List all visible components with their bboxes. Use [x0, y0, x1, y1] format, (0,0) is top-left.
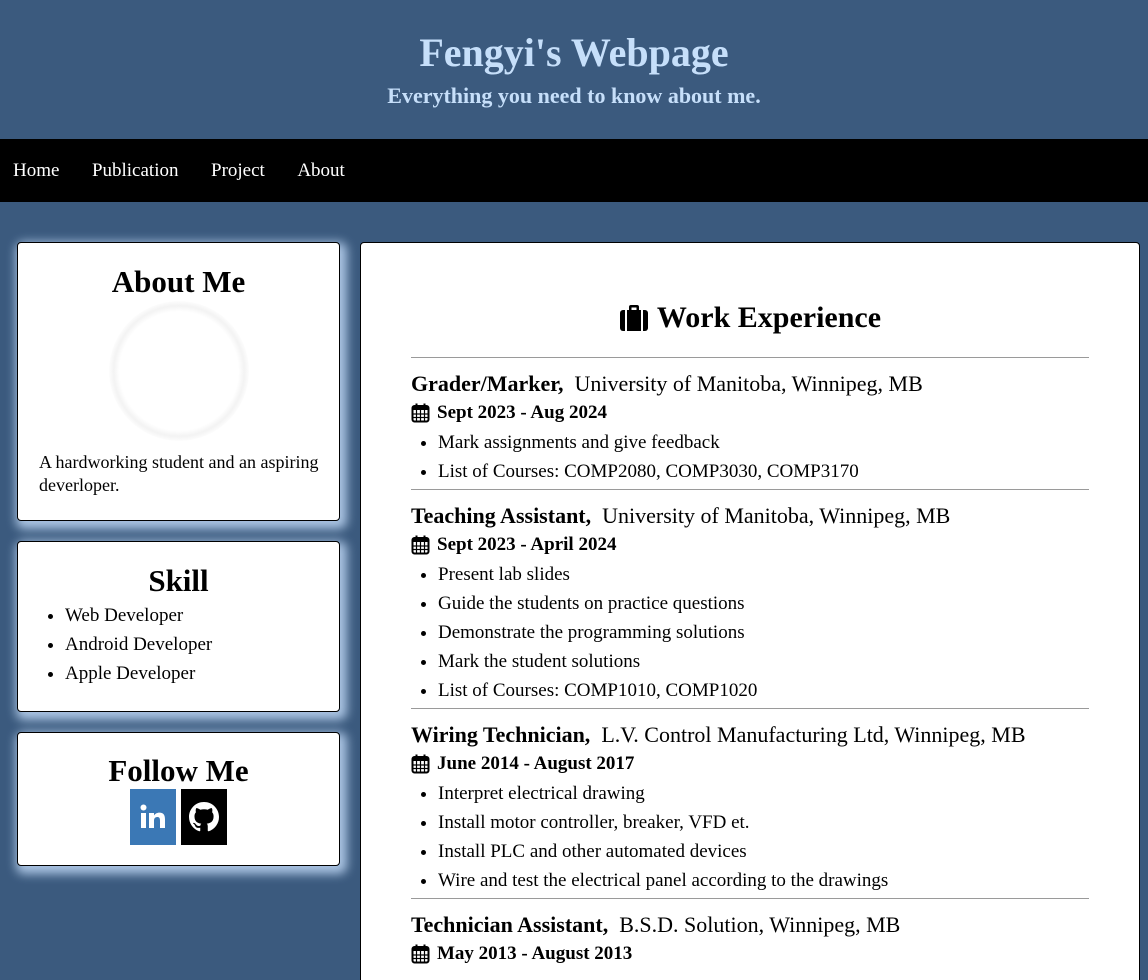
job-task: Install PLC and other automated devices — [438, 837, 1089, 866]
job-org: B.S.D. Solution, Winnipeg, MB — [619, 912, 901, 937]
skill-heading: Skill — [148, 563, 209, 598]
job-header: Wiring Technician, L.V. Control Manufact… — [411, 720, 1089, 749]
job-task-list: Interpret electrical drawingInstall moto… — [411, 779, 1089, 895]
work-heading: Work Experience — [361, 300, 1139, 336]
work-heading-text: Work Experience — [656, 301, 882, 334]
skill-card: Skill Web Developer Android Developer Ap… — [17, 541, 340, 712]
job-role: Grader/Marker, — [411, 371, 564, 396]
avatar — [108, 301, 249, 441]
job-entry: Grader/Marker, University of Manitoba, W… — [411, 357, 1089, 489]
skill-item: Android Developer — [65, 630, 339, 659]
site-subtitle: Everything you need to know about me. — [387, 83, 761, 108]
site-title: Fengyi's Webpage — [419, 30, 729, 75]
skill-list: Web Developer Android Developer Apple De… — [18, 601, 339, 688]
calendar-icon — [411, 403, 430, 423]
briefcase-icon — [619, 305, 648, 331]
follow-heading: Follow Me — [108, 753, 249, 788]
job-task: Install motor controller, breaker, VFD e… — [438, 808, 1089, 837]
job-dates: Sept 2023 - Aug 2024 — [411, 398, 1089, 428]
nav-project[interactable]: Project — [198, 139, 277, 202]
job-org: University of Manitoba, Winnipeg, MB — [574, 371, 923, 396]
work-card: Work Experience Grader/Marker, Universit… — [360, 242, 1140, 980]
job-role: Teaching Assistant, — [411, 503, 592, 528]
job-dates-text: Sept 2023 - April 2024 — [437, 534, 617, 555]
job-task: List of Courses: COMP1010, COMP1020 — [438, 676, 1089, 705]
job-dates: June 2014 - August 2017 — [411, 749, 1089, 779]
job-entry: Technician Assistant, B.S.D. Solution, W… — [411, 898, 1089, 972]
job-dates: May 2013 - August 2013 — [411, 939, 1089, 969]
follow-card: Follow Me — [17, 732, 340, 866]
about-heading: About Me — [111, 264, 246, 299]
linkedin-button[interactable] — [130, 789, 176, 845]
job-role: Technician Assistant, — [411, 912, 609, 937]
nav-bar: Home Publication Project About — [0, 139, 1148, 202]
github-icon — [189, 802, 219, 832]
calendar-icon — [411, 535, 430, 555]
job-task: Demonstrate the programming solutions — [438, 618, 1089, 647]
job-task: Present lab slides — [438, 560, 1089, 589]
job-dates-text: June 2014 - August 2017 — [437, 753, 635, 774]
job-task: Mark the student solutions — [438, 647, 1089, 676]
nav-home[interactable]: Home — [0, 139, 72, 202]
job-task: Mark assignments and give feedback — [438, 428, 1089, 457]
calendar-icon — [411, 944, 430, 964]
job-entry: Wiring Technician, L.V. Control Manufact… — [411, 708, 1089, 898]
nav-publication[interactable]: Publication — [79, 139, 191, 202]
job-org: University of Manitoba, Winnipeg, MB — [602, 503, 951, 528]
job-header: Teaching Assistant, University of Manito… — [411, 501, 1089, 530]
skill-item: Apple Developer — [65, 659, 339, 688]
job-entry: Teaching Assistant, University of Manito… — [411, 489, 1089, 708]
job-list: Grader/Marker, University of Manitoba, W… — [411, 357, 1089, 972]
nav-about[interactable]: About — [284, 139, 357, 202]
job-org: L.V. Control Manufacturing Ltd, Winnipeg… — [601, 722, 1026, 747]
job-task: Wire and test the electrical panel accor… — [438, 866, 1089, 895]
job-task: List of Courses: COMP2080, COMP3030, COM… — [438, 457, 1089, 486]
job-role: Wiring Technician, — [411, 722, 591, 747]
social-links — [18, 789, 339, 845]
job-task-list: Mark assignments and give feedbackList o… — [411, 428, 1089, 486]
linkedin-icon — [140, 804, 165, 828]
skill-item: Web Developer — [65, 601, 339, 630]
job-dates-text: May 2013 - August 2013 — [437, 943, 633, 964]
job-task: Guide the students on practice questions — [438, 589, 1089, 618]
github-button[interactable] — [181, 789, 227, 845]
job-dates: Sept 2023 - April 2024 — [411, 530, 1089, 560]
about-card: About Me A hardworking student and an as… — [17, 242, 340, 521]
site-header: Fengyi's Webpage Everything you need to … — [0, 0, 1148, 139]
job-dates-text: Sept 2023 - Aug 2024 — [437, 402, 607, 423]
job-header: Grader/Marker, University of Manitoba, W… — [411, 369, 1089, 398]
job-task-list: Present lab slidesGuide the students on … — [411, 560, 1089, 705]
calendar-icon — [411, 754, 430, 774]
job-header: Technician Assistant, B.S.D. Solution, W… — [411, 910, 1089, 939]
about-text: A hardworking student and an aspiring de… — [39, 452, 319, 495]
job-task: Interpret electrical drawing — [438, 779, 1089, 808]
